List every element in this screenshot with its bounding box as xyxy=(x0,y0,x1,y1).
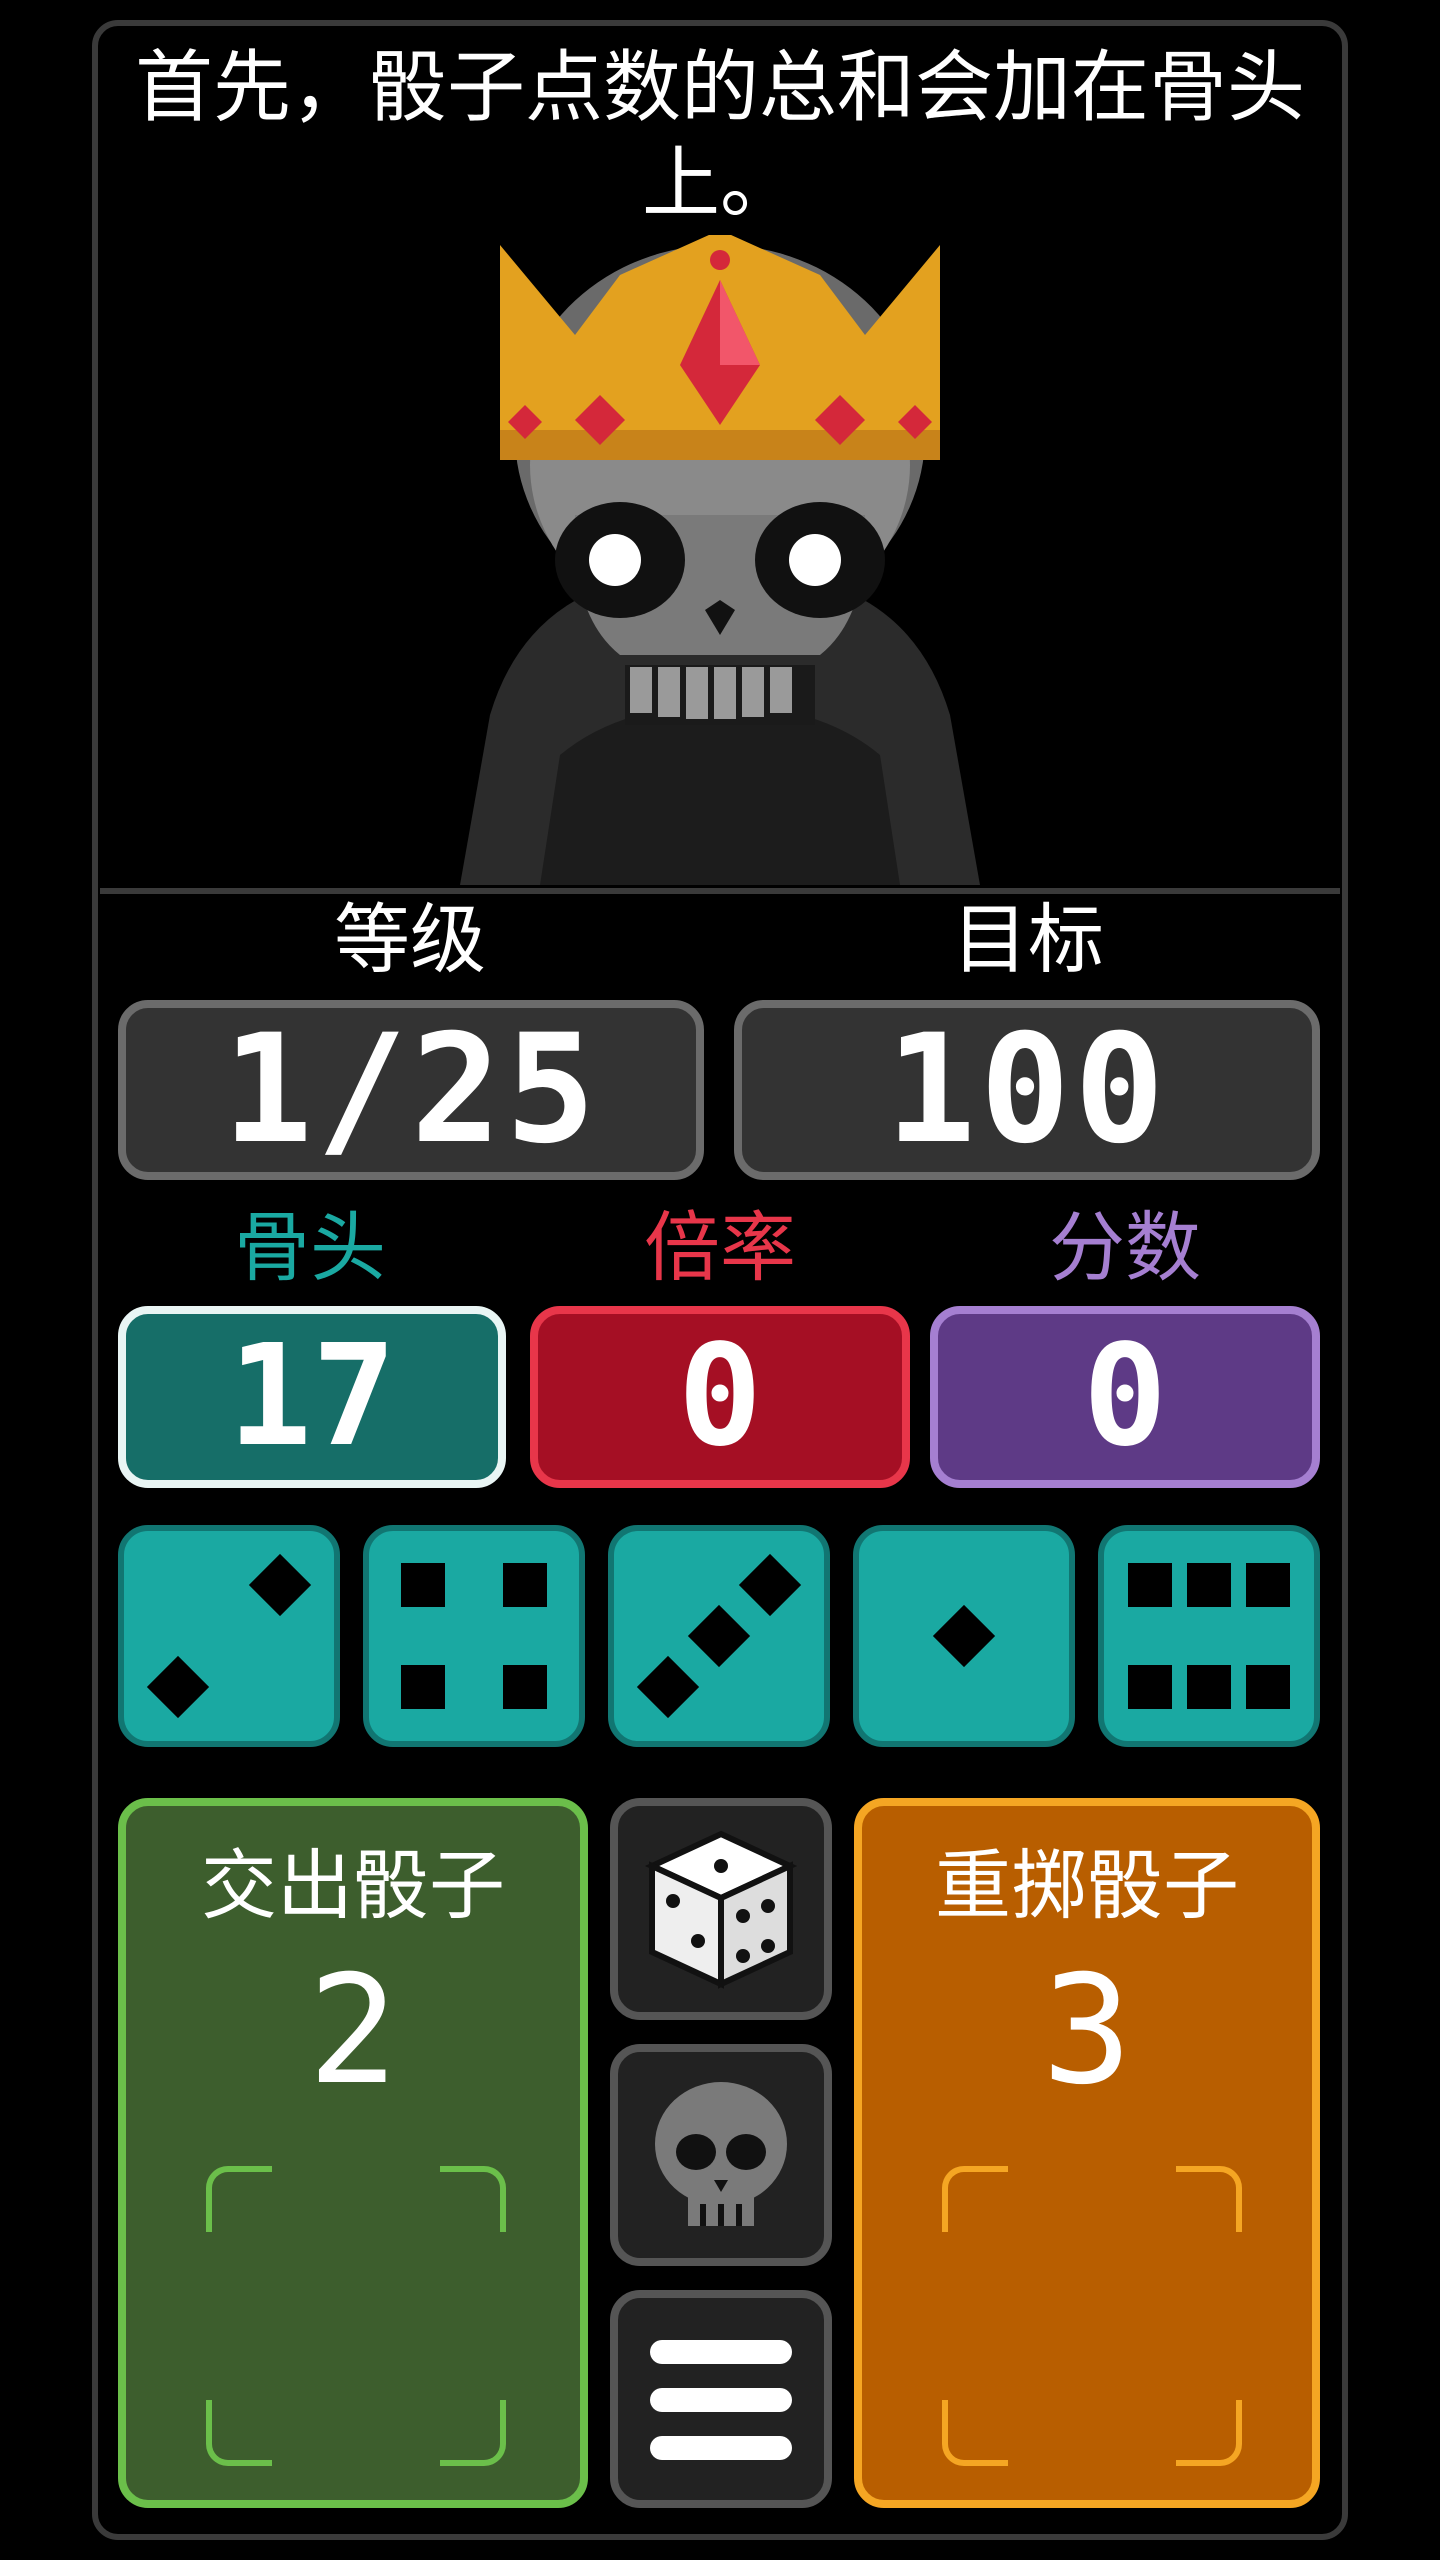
menu-button[interactable] xyxy=(610,2290,832,2508)
die-pip xyxy=(1128,1665,1172,1709)
die-pip xyxy=(503,1665,547,1709)
die-2[interactable] xyxy=(363,1525,585,1747)
submit-dice-slot[interactable] xyxy=(206,2166,506,2466)
bones-label: 骨头 xyxy=(234,1203,386,1292)
die-pip xyxy=(636,1655,700,1719)
skull-icon xyxy=(655,2082,787,2226)
skull-king-portrait xyxy=(460,235,980,885)
die-pip xyxy=(503,1563,547,1607)
target-label: 目标 xyxy=(952,895,1104,984)
bones-value: 17 xyxy=(227,1315,397,1478)
die-pip xyxy=(1187,1665,1231,1709)
reroll-dice-panel[interactable]: 重掷骰子 3 xyxy=(854,1798,1320,2508)
reroll-dice-slot[interactable] xyxy=(942,2166,1242,2466)
level-label: 等级 xyxy=(334,895,486,984)
submit-dice-label: 交出骰子 xyxy=(201,1841,505,1930)
points-panel: 0 xyxy=(930,1306,1320,1488)
die-3[interactable] xyxy=(608,1525,830,1747)
hint-text: 首先，骰子点数的总和会加在骨头上。 xyxy=(134,43,1305,229)
reroll-dice-label: 重掷骰子 xyxy=(935,1841,1239,1930)
level-value: 1/25 xyxy=(222,1003,600,1177)
target-value: 100 xyxy=(885,1003,1169,1177)
dice-button[interactable] xyxy=(610,1798,832,2020)
die-5[interactable] xyxy=(1098,1525,1320,1747)
mult-value: 0 xyxy=(677,1315,763,1478)
reroll-dice-count: 3 xyxy=(1041,1944,1133,2118)
menu-icon xyxy=(650,2340,792,2460)
die-1[interactable] xyxy=(118,1525,340,1747)
die-pip xyxy=(1246,1563,1290,1607)
die-pip xyxy=(932,1604,996,1668)
die-4[interactable] xyxy=(853,1525,1075,1747)
mult-label: 倍率 xyxy=(644,1203,796,1292)
die-pip xyxy=(401,1665,445,1709)
points-value: 0 xyxy=(1082,1315,1168,1478)
die-pip xyxy=(738,1553,802,1617)
die-pip xyxy=(1128,1563,1172,1607)
level-panel: 1/25 xyxy=(118,1000,704,1180)
mult-panel: 0 xyxy=(530,1306,910,1488)
die-pip xyxy=(687,1604,751,1668)
die-pip xyxy=(401,1563,445,1607)
points-label: 分数 xyxy=(1049,1203,1201,1292)
dice-icon xyxy=(644,1830,798,1989)
die-pip xyxy=(146,1655,210,1719)
die-pip xyxy=(248,1553,312,1617)
submit-dice-panel[interactable]: 交出骰子 2 xyxy=(118,1798,588,2508)
die-pip xyxy=(1187,1563,1231,1607)
skull-button[interactable] xyxy=(610,2044,832,2266)
target-panel: 100 xyxy=(734,1000,1320,1180)
submit-dice-count: 2 xyxy=(307,1944,399,2118)
die-pip xyxy=(1246,1665,1290,1709)
bones-panel: 17 xyxy=(118,1306,506,1488)
